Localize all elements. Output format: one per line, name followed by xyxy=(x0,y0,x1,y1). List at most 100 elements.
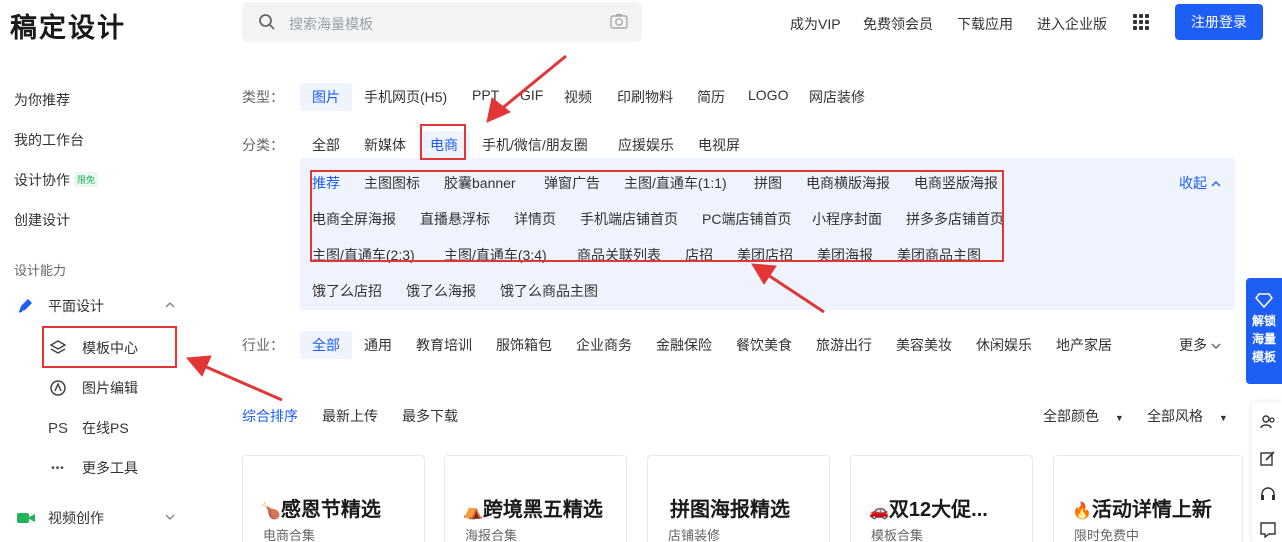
category-chip[interactable]: 全部 xyxy=(312,135,340,155)
type-chip-image[interactable]: 图片 xyxy=(300,83,352,111)
industry-chip-all[interactable]: 全部 xyxy=(300,331,352,359)
industry-chip[interactable]: 金融保险 xyxy=(656,335,712,355)
edit-icon[interactable] xyxy=(1260,450,1276,466)
ps-icon: PS xyxy=(48,419,69,437)
card-title: 🔥活动详情上新 xyxy=(1072,499,1212,521)
industry-chip[interactable]: 地产家居 xyxy=(1056,335,1112,355)
sidebar-section-label: 设计能力 xyxy=(14,263,67,278)
right-toolbar xyxy=(1252,402,1282,542)
type-label: 类型： xyxy=(242,89,284,105)
sidebar-item-create[interactable]: 创建设计 xyxy=(14,210,70,230)
card-subtitle: 海报合集 xyxy=(465,528,518,542)
register-login-button[interactable]: 注册登录 xyxy=(1175,4,1263,40)
unlock-templates-button[interactable]: 解锁 海量 模板 xyxy=(1246,278,1282,384)
collection-card[interactable]: 🚗双12大促... 模板合集 xyxy=(850,455,1033,542)
sort-comprehensive[interactable]: 综合排序 xyxy=(242,406,298,426)
color-filter-label: 全部颜色 xyxy=(1043,408,1099,424)
type-chip[interactable]: 印刷物料 xyxy=(617,87,673,107)
sidebar-sub-image-edit[interactable]: 图片编辑 xyxy=(48,376,138,400)
collection-card[interactable]: 拼图海报精选 店铺装修 xyxy=(647,455,830,542)
industry-chip[interactable]: 教育培训 xyxy=(416,335,472,355)
industry-chip[interactable]: 休闲娱乐 xyxy=(976,335,1032,355)
unlock-label: 解锁 xyxy=(1251,314,1276,328)
sort-most-downloads[interactable]: 最多下载 xyxy=(402,406,458,426)
subcategory-chip[interactable]: 饿了么海报 xyxy=(406,281,476,301)
video-icon xyxy=(17,513,35,523)
industry-more-button[interactable]: 更多 xyxy=(1179,335,1221,355)
fire-icon: 🔥 xyxy=(1072,503,1092,520)
sidebar-sub-label: 更多工具 xyxy=(82,460,138,476)
card-title: 拼图海报精选 xyxy=(670,499,790,521)
headset-icon[interactable] xyxy=(1260,486,1276,502)
collection-card[interactable]: ⛺跨境黑五精选 海报合集 xyxy=(444,455,627,542)
category-chip[interactable]: 新媒体 xyxy=(364,135,406,155)
style-filter-dropdown[interactable]: 全部风格 ▼ xyxy=(1147,406,1228,426)
type-chip[interactable]: PPT xyxy=(472,87,499,103)
collapse-label: 收起 xyxy=(1179,175,1207,191)
type-chip[interactable]: LOGO xyxy=(748,87,788,103)
nav-free-member[interactable]: 免费领会员 xyxy=(863,14,933,34)
sidebar-sub-label: 在线PS xyxy=(82,420,129,436)
collection-card[interactable]: 🍗感恩节精选 电商合集 xyxy=(242,455,425,542)
type-chip[interactable]: GIF xyxy=(520,87,543,103)
industry-chip[interactable]: 服饰箱包 xyxy=(496,335,552,355)
card-title: 🍗感恩节精选 xyxy=(261,499,381,521)
top-header: 稿定设计 搜索海量模板 成为VIP 免费领会员 下载应用 进入企业版 注册登录 xyxy=(0,0,1282,56)
card-subtitle: 限时免费中 xyxy=(1074,528,1140,542)
annotation-box-ecommerce xyxy=(420,124,466,160)
drumstick-icon: 🍗 xyxy=(261,503,281,520)
users-icon[interactable] xyxy=(1260,414,1276,430)
image-edit-icon xyxy=(48,378,68,398)
chevron-up-icon[interactable] xyxy=(165,301,175,309)
feedback-icon[interactable] xyxy=(1260,522,1276,538)
tent-icon: ⛺ xyxy=(463,503,483,520)
search-placeholder: 搜索海量模板 xyxy=(289,16,373,32)
chevron-up-icon xyxy=(1211,181,1221,187)
sidebar-sub-label: 图片编辑 xyxy=(82,380,138,396)
chevron-down-icon[interactable] xyxy=(165,513,175,521)
industry-chip[interactable]: 旅游出行 xyxy=(816,335,872,355)
nav-vip[interactable]: 成为VIP xyxy=(790,14,841,34)
annotation-box-subcategories xyxy=(310,170,1004,262)
type-chip[interactable]: 视频 xyxy=(564,87,592,107)
card-subtitle: 电商合集 xyxy=(263,528,316,542)
industry-chip[interactable]: 企业商务 xyxy=(576,335,632,355)
sidebar-sub-more-tools[interactable]: ••• 更多工具 xyxy=(48,456,138,480)
type-chip[interactable]: 简历 xyxy=(697,87,725,107)
sidebar-item-video[interactable]: 视频创作 xyxy=(16,508,175,528)
color-filter-dropdown[interactable]: 全部颜色 ▼ xyxy=(1043,406,1124,426)
industry-chip[interactable]: 美容美妆 xyxy=(896,335,952,355)
camera-icon[interactable] xyxy=(610,13,628,29)
category-chip[interactable]: 应援娱乐 xyxy=(618,135,674,155)
collapse-button[interactable]: 收起 xyxy=(1179,173,1221,193)
industry-chip[interactable]: 餐饮美食 xyxy=(736,335,792,355)
sort-newest[interactable]: 最新上传 xyxy=(322,406,378,426)
subcategory-chip[interactable]: 饿了么商品主图 xyxy=(500,281,598,301)
category-chip[interactable]: 手机/微信/朋友圈 xyxy=(482,135,588,155)
car-icon: 🚗 xyxy=(869,503,889,520)
category-chip[interactable]: 电视屏 xyxy=(698,135,740,155)
sidebar-item-workspace[interactable]: 我的工作台 xyxy=(14,130,84,150)
sidebar-item-label: 平面设计 xyxy=(48,298,104,314)
free-badge: 限免 xyxy=(74,172,99,187)
logo[interactable]: 稿定设计 xyxy=(10,6,126,45)
annotation-box-template-center xyxy=(42,326,177,368)
search-icon xyxy=(259,14,275,30)
search-bar[interactable]: 搜索海量模板 xyxy=(242,2,642,42)
sidebar-item-collab[interactable]: 设计协作 限免 xyxy=(14,170,99,190)
type-chip[interactable]: 手机网页(H5) xyxy=(364,87,447,107)
caret-down-icon: ▼ xyxy=(1218,413,1228,423)
card-title: 🚗双12大促... xyxy=(869,499,988,521)
type-chip[interactable]: 网店装修 xyxy=(809,87,865,107)
collection-card[interactable]: 🔥活动详情上新 限时免费中 xyxy=(1053,455,1243,542)
nav-download-app[interactable]: 下载应用 xyxy=(957,14,1013,34)
sidebar-sub-online-ps[interactable]: PS 在线PS xyxy=(48,416,129,440)
sidebar-item-flat-design[interactable]: 平面设计 xyxy=(16,296,175,316)
apps-grid-icon[interactable] xyxy=(1133,14,1149,30)
industry-chip[interactable]: 通用 xyxy=(364,335,392,355)
subcategory-chip[interactable]: 饿了么店招 xyxy=(312,281,382,301)
sidebar-item-recommend[interactable]: 为你推荐 xyxy=(14,90,70,110)
chevron-down-icon xyxy=(1211,343,1221,349)
category-label: 分类： xyxy=(242,137,284,153)
nav-enterprise[interactable]: 进入企业版 xyxy=(1037,14,1107,34)
